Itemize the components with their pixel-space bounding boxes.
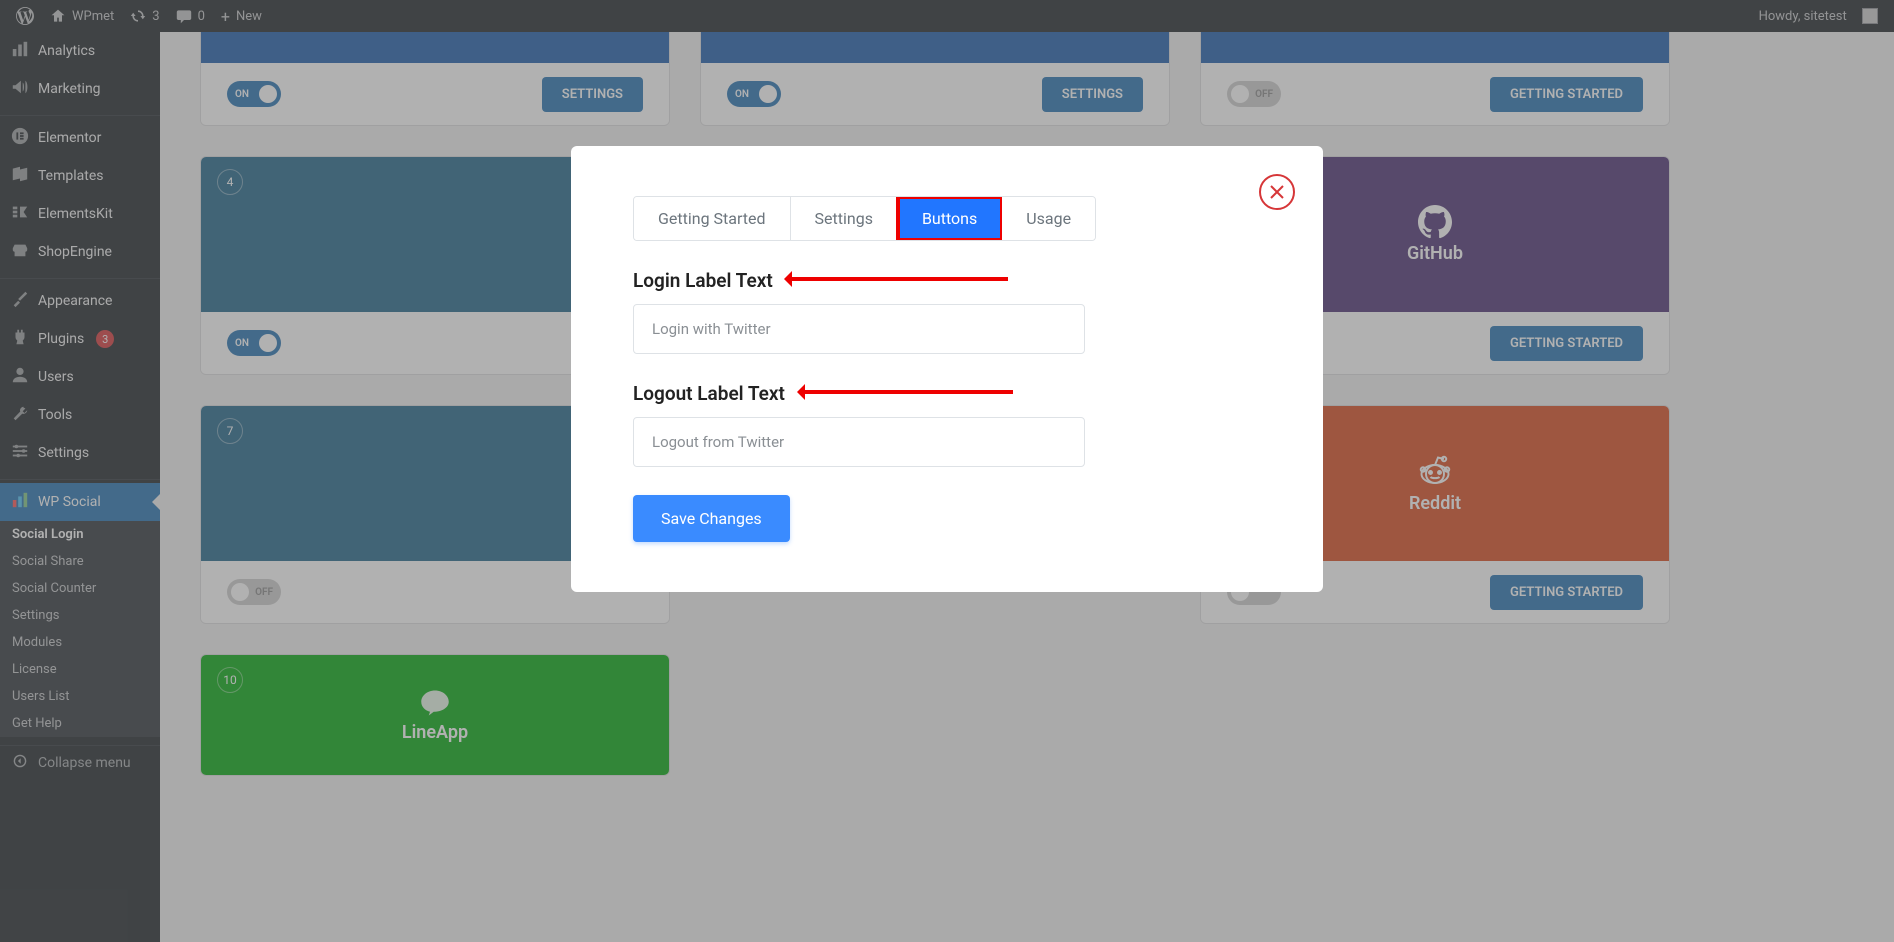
settings-modal: Getting Started Settings Buttons Usage L… bbox=[571, 146, 1323, 592]
tab-buttons[interactable]: Buttons bbox=[898, 197, 1002, 240]
modal-tabs: Getting Started Settings Buttons Usage bbox=[633, 196, 1096, 241]
annotation-arrow bbox=[788, 277, 1008, 281]
annotation-arrow bbox=[801, 390, 1013, 394]
tab-getting-started[interactable]: Getting Started bbox=[634, 197, 791, 240]
tab-usage[interactable]: Usage bbox=[1002, 197, 1095, 240]
logout-label-input[interactable] bbox=[633, 417, 1085, 467]
login-label-input[interactable] bbox=[633, 304, 1085, 354]
login-label-field: Login Label Text bbox=[633, 269, 1261, 354]
save-changes-button[interactable]: Save Changes bbox=[633, 495, 790, 542]
tab-settings[interactable]: Settings bbox=[791, 197, 898, 240]
logout-label-field: Logout Label Text bbox=[633, 382, 1261, 467]
close-button[interactable] bbox=[1259, 174, 1295, 210]
